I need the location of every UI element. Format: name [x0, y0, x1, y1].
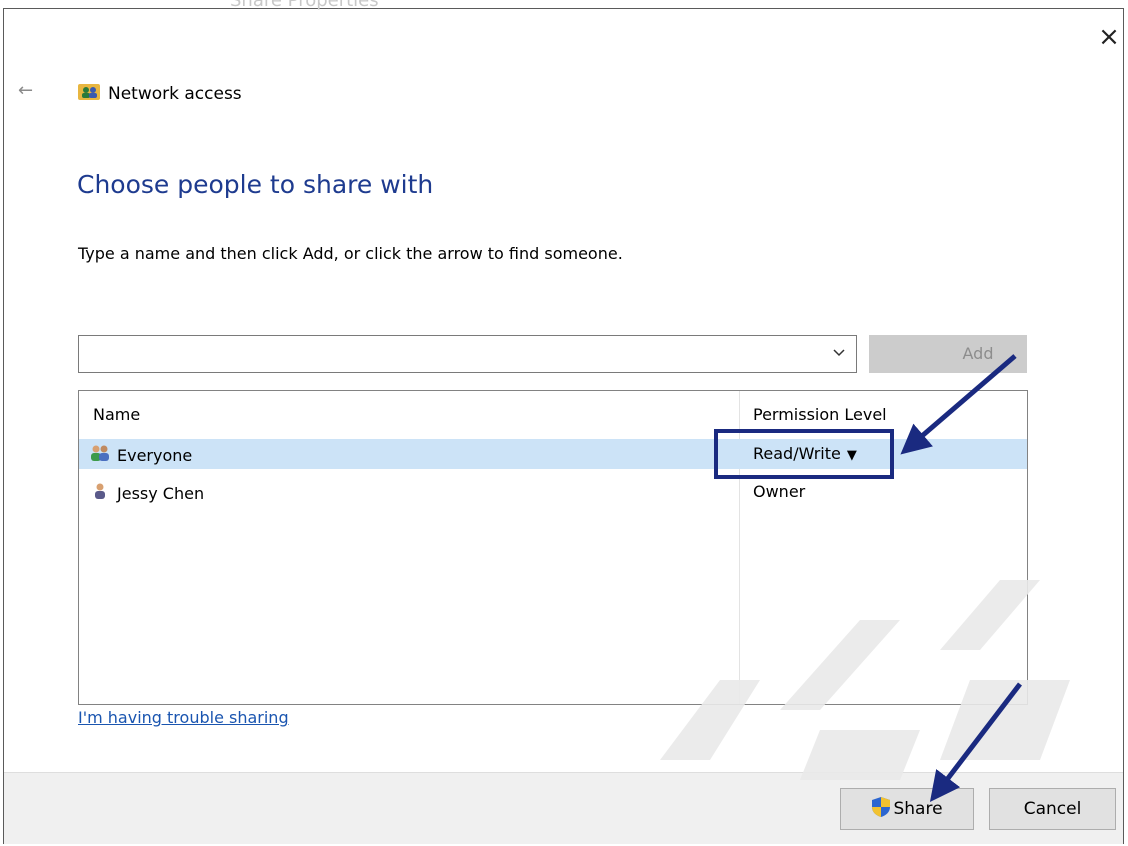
add-button[interactable]: Add [869, 335, 1027, 373]
row-name-label: Everyone [117, 445, 193, 465]
back-button[interactable]: ← [18, 80, 33, 101]
name-combobox[interactable] [78, 335, 857, 373]
close-button[interactable]: × [1092, 22, 1126, 52]
permission-value: Owner [753, 482, 806, 501]
nav-header: Network access [78, 82, 242, 106]
name-input[interactable] [85, 337, 819, 373]
network-users-icon [78, 82, 100, 106]
row-name-cell: Everyone [89, 444, 192, 466]
cancel-button[interactable]: Cancel [989, 788, 1116, 830]
trouble-sharing-link[interactable]: I'm having trouble sharing [78, 708, 289, 727]
list-item-jessy-chen[interactable]: Jessy Chen Owner [79, 477, 1027, 507]
instruction-text: Type a name and then click Add, or click… [78, 244, 623, 263]
window-title: Share Properties [230, 0, 379, 11]
annotation-highlight-box [714, 429, 894, 479]
page-title: Choose people to share with [77, 170, 434, 199]
uac-shield-icon [871, 796, 891, 823]
row-name-label: Jessy Chen [117, 483, 205, 503]
chevron-down-icon[interactable] [832, 344, 846, 363]
share-label: Share [893, 799, 943, 819]
group-users-icon [89, 444, 111, 466]
user-icon [89, 482, 111, 504]
column-header-permission[interactable]: Permission Level [753, 405, 887, 424]
nav-title: Network access [108, 84, 242, 104]
add-label: Add [962, 344, 994, 363]
row-name-cell: Jessy Chen [89, 482, 204, 504]
share-button[interactable]: Share [840, 788, 974, 830]
column-header-name[interactable]: Name [93, 405, 140, 424]
